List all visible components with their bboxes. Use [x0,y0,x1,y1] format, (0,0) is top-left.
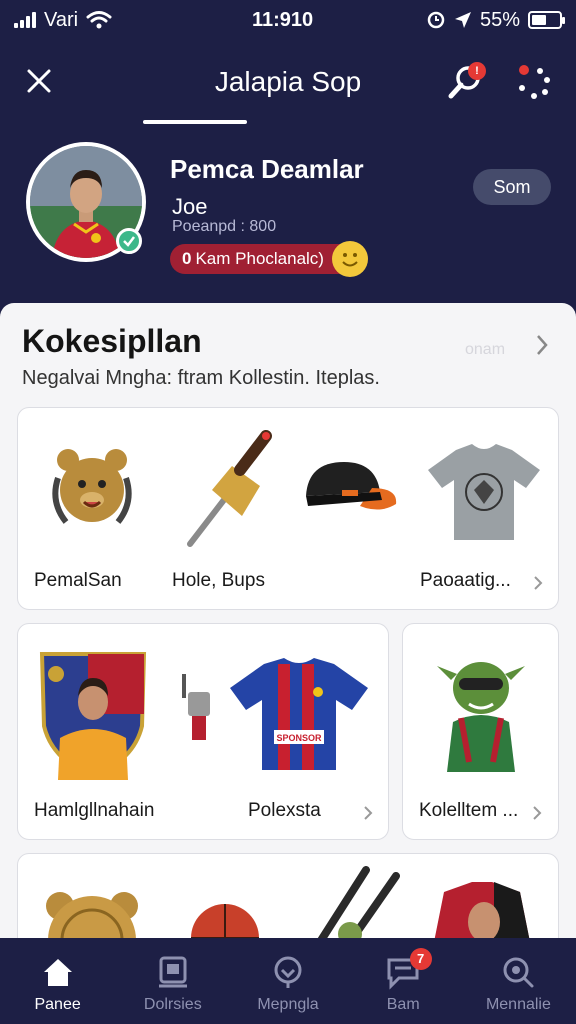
chevron-right-icon [364,806,373,820]
online-status-icon [116,228,142,254]
tshirt-item-image [428,444,540,540]
smiley-icon [331,241,368,277]
rank-label: Kam Phoclanalc) [195,249,324,268]
rank-number: 0 [182,249,192,268]
alarm-icon [427,11,445,29]
profile-name: Pemca Deamlar [170,154,364,184]
card-item-label: Hole, Bups [172,570,265,591]
battery-percent: 55% [479,8,520,31]
tool-item-image [182,674,210,740]
card-item-label: PemalSan [34,570,122,591]
search-button[interactable]: ! [446,62,486,102]
goblin-mascot-image [437,662,525,772]
status-bar: Vari 11:910 55% [0,0,576,40]
section-subtitle: Negalvai Mngha: ftram Kollestin. Iteplas… [22,367,380,389]
svg-text:SPONSOR: SPONSOR [276,733,322,743]
menu-button[interactable] [514,62,554,102]
battery-icon [528,11,565,29]
tab-label: Dolrsies [143,996,202,1013]
search-badge: ! [468,62,486,80]
jersey-item-image: SPONSOR [230,658,368,770]
tab-label: Bam [386,996,420,1013]
dots-icon [519,65,550,99]
map-icon [274,956,302,988]
bottom-tab-bar: Panee Dolrsies Mepngla Bam 7 Mennalie [0,938,576,1024]
profile-stat: Poeanpd : 800 [172,218,277,235]
location-icon [454,12,471,28]
clock: 11:910 [252,8,314,31]
collection-card-3[interactable]: Kolelltem ... [402,623,559,840]
tab-label: Panee [34,996,81,1013]
collection-icon [158,956,187,988]
wifi-icon [86,11,112,29]
torch-item-image [187,430,272,547]
section-more-button[interactable] [533,331,551,366]
section-title: Kokesipllan [22,323,202,359]
card-item-label: Kolelltem ... [419,800,519,821]
chat-badge: 7 [409,948,432,970]
crossed-bats-image [316,866,400,946]
card-item-label: Hamlgllnahain [34,800,155,821]
collection-card-2[interactable]: SPONSOR Hamlgllnahain Polexsta [17,623,389,840]
profile-header: Pemca Deamlar Joe Poeanpd : 800 0 Kam Pho… [0,130,576,300]
player-jersey-image [434,882,530,942]
chevron-right-icon [533,806,542,820]
section-hint: onam [465,341,506,358]
home-icon [43,959,72,986]
bear-mascot-image [52,449,132,524]
page-title: Jalapia Sop [214,66,362,97]
card-item-label: Polexsta [248,800,321,821]
tab-chat[interactable]: Bam 7 [346,938,461,1024]
search-icon [503,957,534,988]
tab-search[interactable]: Mennalie [461,938,576,1024]
card-item-label: Paoaatig... [420,570,511,591]
follow-button[interactable]: Som [473,169,551,205]
collection-sheet: Kokesipllan onam Negalvai Mngha: ftram K… [0,303,576,993]
profile-username: Joe [172,194,208,219]
top-nav: Jalapia Sop ! [0,50,576,126]
chevron-right-icon [534,576,543,590]
tab-label: Mennalie [485,996,551,1013]
tab-label: Mepngla [257,996,319,1013]
collection-card-1[interactable]: PemalSan Hole, Bups Paoaatig... [17,407,559,610]
rank-pill[interactable]: 0 Kam Phoclanalc) [170,241,368,277]
title-underline [143,120,247,124]
signal-icon [14,12,36,28]
tab-map[interactable]: Mepngla [230,938,345,1024]
carrier-label: Vari [44,8,79,31]
cap-item-image [306,462,397,510]
tab-collection[interactable]: Dolrsies [115,938,230,1024]
chevron-right-icon [537,335,548,355]
tab-home[interactable]: Panee [0,938,115,1024]
player-badge-image [39,652,147,780]
